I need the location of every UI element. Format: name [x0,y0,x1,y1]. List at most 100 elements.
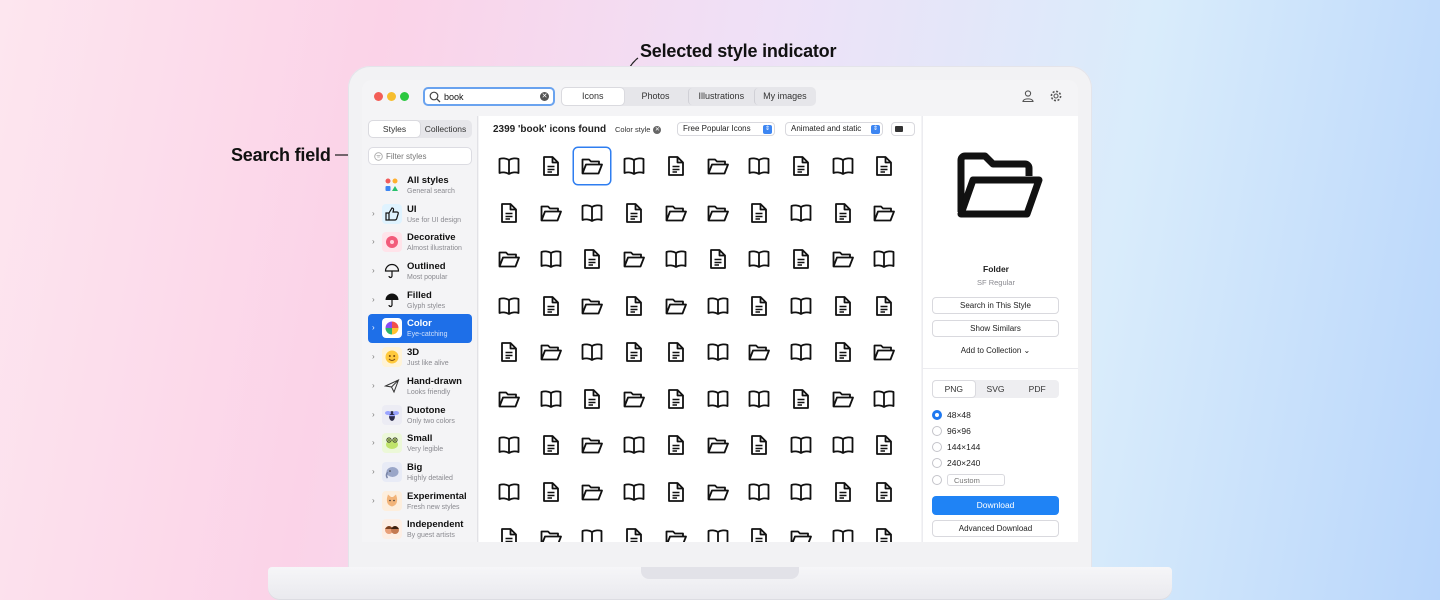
background-toggle[interactable] [891,122,915,136]
doc-icon[interactable] [491,520,527,542]
format-png[interactable]: PNG [933,381,975,397]
style-item[interactable]: › Hand-drawn Looks friendly [368,372,472,401]
book-icon[interactable] [533,241,569,277]
filter-styles-input[interactable] [386,151,466,161]
chevron-right-icon[interactable]: › [372,237,375,246]
chevron-right-icon[interactable]: › [372,323,375,332]
folder-icon[interactable] [700,195,736,231]
doc-icon[interactable] [783,381,819,417]
book-icon[interactable] [700,520,736,542]
folder-icon[interactable] [700,474,736,510]
folder-icon[interactable] [574,474,610,510]
folder-icon[interactable] [741,334,777,370]
book-icon[interactable] [616,148,652,184]
doc-icon[interactable] [533,288,569,324]
folder-icon[interactable] [616,381,652,417]
style-item[interactable]: › 3D Just like alive [368,343,472,372]
doc-icon[interactable] [658,474,694,510]
tab-photos[interactable]: Photos [624,88,688,105]
download-button[interactable]: Download [932,496,1059,515]
chevron-right-icon[interactable]: › [372,209,375,218]
advanced-download-button[interactable]: Advanced Download [932,520,1059,537]
tab-collections[interactable]: Collections [420,121,471,137]
tab-my-images[interactable]: My images [754,88,815,105]
doc-icon[interactable] [783,241,819,277]
radio[interactable] [932,442,942,452]
book-icon[interactable] [616,474,652,510]
doc-icon[interactable] [658,427,694,463]
book-icon[interactable] [491,148,527,184]
doc-icon[interactable] [533,427,569,463]
chevron-right-icon[interactable]: › [372,496,375,505]
folder-icon[interactable] [866,334,902,370]
doc-icon[interactable] [658,334,694,370]
doc-icon[interactable] [825,334,861,370]
style-item[interactable]: Independent By guest artists [368,515,472,542]
search-field[interactable]: ✕ [423,87,555,106]
style-item[interactable]: › UI Use for UI design [368,200,472,229]
book-icon[interactable] [491,427,527,463]
book-icon[interactable] [574,334,610,370]
size-option-144[interactable]: 144×144 [932,441,980,453]
radio[interactable] [932,475,942,485]
folder-icon[interactable] [533,520,569,542]
book-icon[interactable] [700,288,736,324]
doc-icon[interactable] [700,241,736,277]
tab-illustrations[interactable]: Illustrations [687,88,755,105]
book-icon[interactable] [783,334,819,370]
style-item[interactable]: › Experimental Fresh new styles [368,487,472,516]
license-dropdown[interactable]: Free Popular Icons ⇕ [677,122,775,136]
folder-icon[interactable] [491,241,527,277]
format-svg[interactable]: SVG [975,381,1017,397]
style-item[interactable]: › Filled Glyph styles [368,286,472,315]
folder-icon[interactable] [574,427,610,463]
doc-icon[interactable] [491,334,527,370]
book-icon[interactable] [825,520,861,542]
radio[interactable] [932,458,942,468]
chevron-right-icon[interactable]: › [372,410,375,419]
doc-icon[interactable] [866,288,902,324]
filter-styles-field[interactable] [368,147,472,165]
book-icon[interactable] [491,474,527,510]
book-icon[interactable] [783,474,819,510]
book-icon[interactable] [783,427,819,463]
book-icon[interactable] [783,195,819,231]
folder-icon[interactable] [866,195,902,231]
folder-icon[interactable] [658,288,694,324]
chevron-right-icon[interactable]: › [372,295,375,304]
custom-size-input[interactable] [947,474,1005,486]
folder-icon[interactable] [700,148,736,184]
folder-icon[interactable] [574,288,610,324]
add-to-collection-button[interactable]: Add to Collection ⌄ [932,346,1059,355]
book-icon[interactable] [825,427,861,463]
style-item[interactable]: › Big Highly detailed [368,458,472,487]
doc-icon[interactable] [491,195,527,231]
book-icon[interactable] [741,241,777,277]
doc-icon[interactable] [616,195,652,231]
folder-icon[interactable] [783,520,819,542]
radio-selected[interactable] [932,410,942,420]
doc-icon[interactable] [741,288,777,324]
chevron-right-icon[interactable]: › [372,266,375,275]
search-in-style-button[interactable]: Search in This Style [932,297,1059,314]
chevron-right-icon[interactable]: › [372,438,375,447]
style-item[interactable]: › Duotone Only two colors [368,401,472,430]
book-icon[interactable] [741,148,777,184]
folder-icon[interactable] [658,520,694,542]
doc-icon[interactable] [574,241,610,277]
book-icon[interactable] [700,334,736,370]
minimize-window-button[interactable] [387,92,396,101]
folder-icon[interactable] [700,427,736,463]
doc-icon[interactable] [825,288,861,324]
doc-icon[interactable] [825,195,861,231]
format-pdf[interactable]: PDF [1016,381,1058,397]
folder-icon[interactable] [533,195,569,231]
doc-icon[interactable] [866,427,902,463]
book-icon[interactable] [866,381,902,417]
doc-icon[interactable] [741,520,777,542]
close-window-button[interactable] [374,92,383,101]
book-icon[interactable] [574,520,610,542]
folder-icon[interactable] [616,241,652,277]
size-option-custom[interactable] [932,474,1005,486]
style-item[interactable]: › Outlined Most popular [368,257,472,286]
